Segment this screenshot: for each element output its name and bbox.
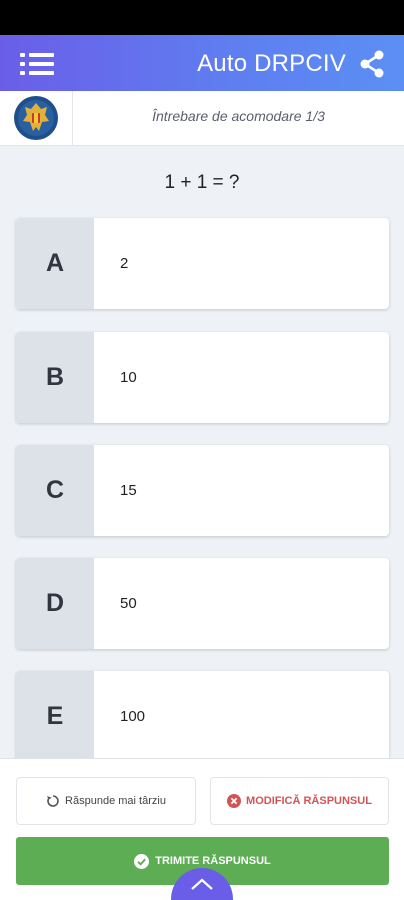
answer-text: 10 — [120, 369, 137, 386]
app-bar: Auto DRPCIV — [0, 35, 404, 91]
menu-icon[interactable] — [16, 50, 56, 78]
answer-later-button[interactable]: Răspunde mai târziu — [16, 777, 196, 825]
answer-letter-box: A — [16, 218, 94, 309]
modify-answer-label: MODIFICĂ RĂSPUNSUL — [246, 795, 372, 807]
answer-option-b[interactable]: B 10 — [16, 332, 389, 423]
answer-letter-box: C — [16, 445, 94, 536]
answer-letter-box: B — [16, 332, 94, 423]
modify-answer-button[interactable]: MODIFICĂ RĂSPUNSUL — [210, 777, 389, 825]
answer-option-a[interactable]: A 2 — [16, 218, 389, 309]
answer-text: 100 — [120, 708, 146, 725]
answer-text: 50 — [120, 595, 137, 612]
close-circle-icon — [227, 794, 242, 808]
submit-answer-label: TRIMITE RĂSPUNSUL — [155, 855, 271, 867]
answer-option-d[interactable]: D 50 — [16, 558, 389, 649]
chevron-up-icon — [191, 878, 213, 890]
app-title: Auto DRPCIV — [197, 50, 346, 77]
coat-of-arms-icon — [12, 95, 60, 141]
answer-letter: A — [45, 249, 65, 277]
refresh-icon — [47, 795, 59, 807]
check-circle-icon — [134, 853, 150, 869]
question-counter: Întrebare de acomodare 1/3 — [152, 108, 325, 124]
answer-letter: E — [46, 702, 64, 730]
answer-text: 2 — [120, 255, 129, 272]
answer-option-e[interactable]: E 100 — [16, 671, 389, 762]
answer-option-c[interactable]: C 15 — [16, 445, 389, 536]
share-icon[interactable] — [358, 49, 386, 79]
answer-letter-box: D — [16, 558, 94, 649]
status-bar — [0, 0, 404, 35]
question-text: 1 + 1 = ? — [164, 172, 240, 193]
answer-letter: C — [45, 476, 65, 504]
answer-letter: B — [45, 363, 65, 391]
answer-later-label: Răspunde mai târziu — [65, 795, 166, 807]
answer-letter: D — [45, 589, 65, 617]
answer-text: 15 — [120, 482, 137, 499]
question-header: Întrebare de acomodare 1/3 — [0, 91, 404, 146]
answer-letter-box: E — [16, 671, 94, 762]
